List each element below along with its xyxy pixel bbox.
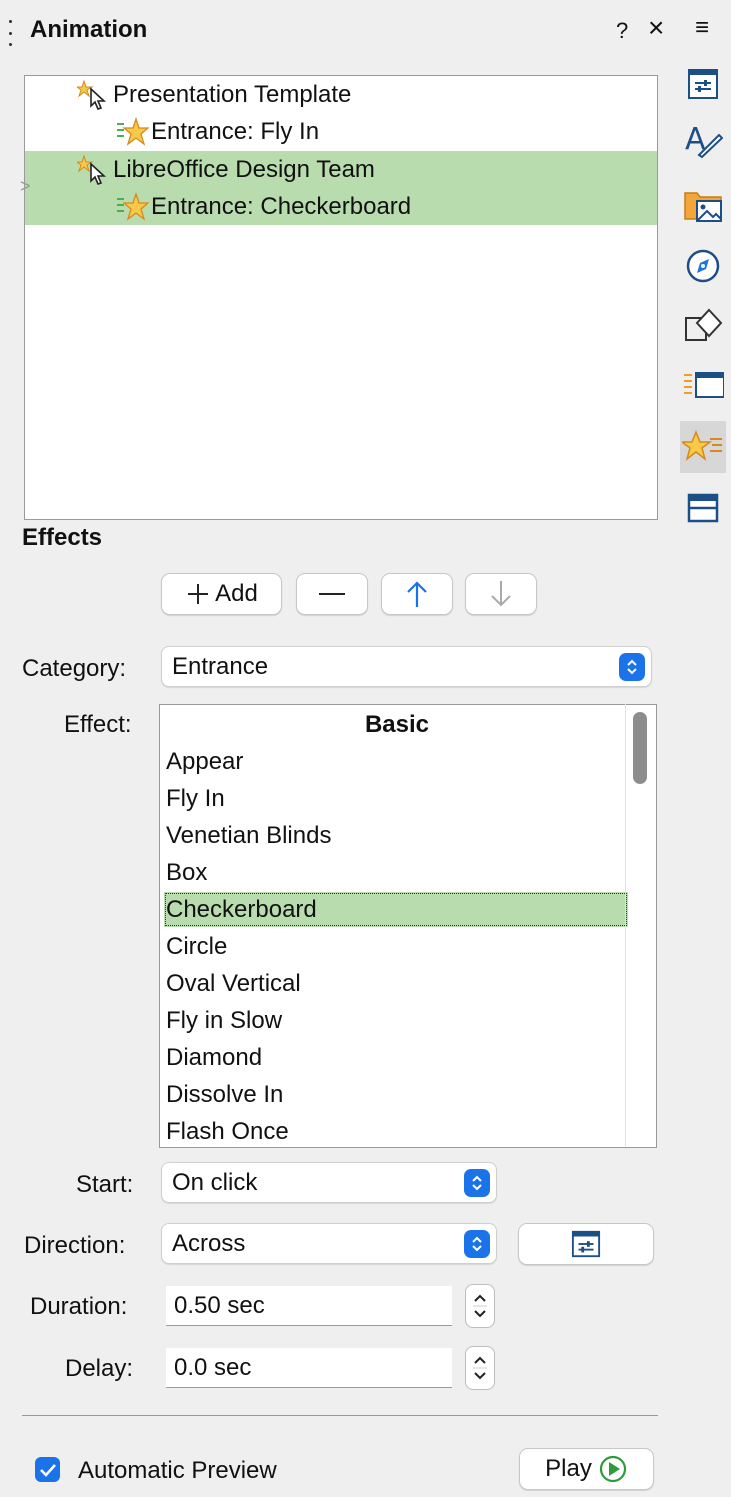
- animation-icon[interactable]: [680, 421, 726, 473]
- slide-transition-icon[interactable]: [680, 362, 726, 408]
- delay-value: 0.0 sec: [174, 1353, 252, 1381]
- shapes-icon[interactable]: [680, 302, 726, 348]
- direction-value: Across: [172, 1229, 246, 1257]
- select-arrows-icon: [464, 1229, 490, 1258]
- panel-title: Animation: [30, 16, 148, 43]
- tree-item-label: Entrance: Fly In: [151, 117, 320, 145]
- effect-label: Effect:: [64, 711, 132, 738]
- animation-tree[interactable]: Presentation Template Entrance: Fly In L…: [24, 75, 658, 520]
- arrow-up-icon: [407, 581, 427, 607]
- checkmark-icon: [39, 1463, 56, 1477]
- tree-item-label: LibreOffice Design Team: [113, 155, 375, 183]
- tree-expander-icon[interactable]: >: [20, 176, 31, 197]
- delay-field[interactable]: 0.0 sec: [166, 1348, 452, 1388]
- close-button[interactable]: ×: [648, 14, 664, 42]
- play-button[interactable]: Play: [519, 1448, 654, 1490]
- remove-effect-button[interactable]: [296, 573, 368, 615]
- panel-grip-handle[interactable]: [9, 20, 13, 46]
- arrow-down-icon: [491, 581, 511, 607]
- list-item[interactable]: Appear: [164, 744, 628, 779]
- list-group-header: Basic: [364, 711, 430, 738]
- shape-cursor-icon: [75, 78, 111, 111]
- scrollbar-track: [625, 704, 626, 1146]
- start-label: Start:: [76, 1171, 134, 1198]
- sidebar-menu-icon[interactable]: ≡: [695, 14, 709, 42]
- automatic-preview-checkbox[interactable]: [35, 1457, 60, 1482]
- properties-icon[interactable]: [680, 61, 726, 107]
- list-item[interactable]: Flash Once: [164, 1114, 628, 1147]
- list-item[interactable]: Circle: [164, 929, 628, 964]
- list-item[interactable]: Fly In: [164, 781, 628, 816]
- category-value: Entrance: [172, 652, 269, 680]
- automatic-preview-label: Automatic Preview: [78, 1457, 277, 1484]
- start-value: On click: [172, 1168, 258, 1196]
- tree-item-shape[interactable]: Presentation Template: [25, 76, 657, 113]
- master-slides-icon[interactable]: [680, 485, 726, 531]
- move-up-button[interactable]: [381, 573, 453, 615]
- add-label: Add: [215, 580, 258, 607]
- effect-star-icon: [115, 116, 150, 148]
- duration-stepper[interactable]: [465, 1284, 495, 1328]
- direction-select[interactable]: Across: [161, 1223, 497, 1264]
- stepper-arrows-icon: [473, 1294, 487, 1318]
- delay-stepper[interactable]: [465, 1346, 495, 1390]
- list-item[interactable]: Dissolve In: [164, 1077, 628, 1112]
- plus-icon: [188, 584, 209, 604]
- effect-listbox[interactable]: Basic Appear Fly In Venetian Blinds Box …: [159, 704, 657, 1148]
- play-label: Play: [545, 1455, 592, 1482]
- select-arrows-icon: [619, 652, 645, 681]
- gallery-icon[interactable]: [680, 182, 726, 228]
- move-down-button[interactable]: [465, 573, 537, 615]
- effects-heading: Effects: [22, 524, 103, 551]
- tree-item-effect[interactable]: Entrance: Fly In: [25, 113, 657, 150]
- section-divider: [22, 1415, 658, 1416]
- help-button[interactable]: ?: [616, 18, 628, 44]
- list-item[interactable]: Diamond: [164, 1040, 628, 1075]
- list-item[interactable]: Box: [164, 855, 628, 890]
- tree-item-label: Presentation Template: [113, 80, 352, 108]
- effect-options-button[interactable]: [518, 1223, 654, 1265]
- duration-label: Duration:: [30, 1293, 128, 1320]
- tree-item-label: Entrance: Checkerboard: [151, 192, 412, 220]
- direction-label: Direction:: [24, 1232, 126, 1259]
- delay-label: Delay:: [65, 1355, 134, 1382]
- options-icon: [571, 1230, 601, 1258]
- styles-icon[interactable]: A: [680, 116, 726, 162]
- minus-icon: [319, 593, 345, 595]
- list-item-selected[interactable]: Checkerboard: [164, 892, 628, 927]
- scrollbar-thumb[interactable]: [633, 712, 647, 784]
- tree-item-shape[interactable]: LibreOffice Design Team: [25, 151, 657, 188]
- select-arrows-icon: [464, 1168, 490, 1197]
- duration-field[interactable]: 0.50 sec: [166, 1286, 452, 1326]
- play-icon: [599, 1455, 626, 1483]
- start-select[interactable]: On click: [161, 1162, 497, 1203]
- list-item[interactable]: Fly in Slow: [164, 1003, 628, 1038]
- effect-star-icon: [115, 191, 150, 223]
- duration-value: 0.50 sec: [174, 1291, 265, 1319]
- list-item[interactable]: Venetian Blinds: [164, 818, 628, 853]
- category-select[interactable]: Entrance: [161, 646, 652, 687]
- tree-item-effect[interactable]: Entrance: Checkerboard: [25, 188, 657, 225]
- shape-cursor-icon: [75, 153, 111, 186]
- list-item[interactable]: Oval Vertical: [164, 966, 628, 1001]
- add-effect-button[interactable]: Add: [161, 573, 282, 615]
- category-label: Category:: [22, 655, 127, 682]
- stepper-arrows-icon: [473, 1356, 487, 1380]
- navigator-icon[interactable]: [680, 243, 726, 289]
